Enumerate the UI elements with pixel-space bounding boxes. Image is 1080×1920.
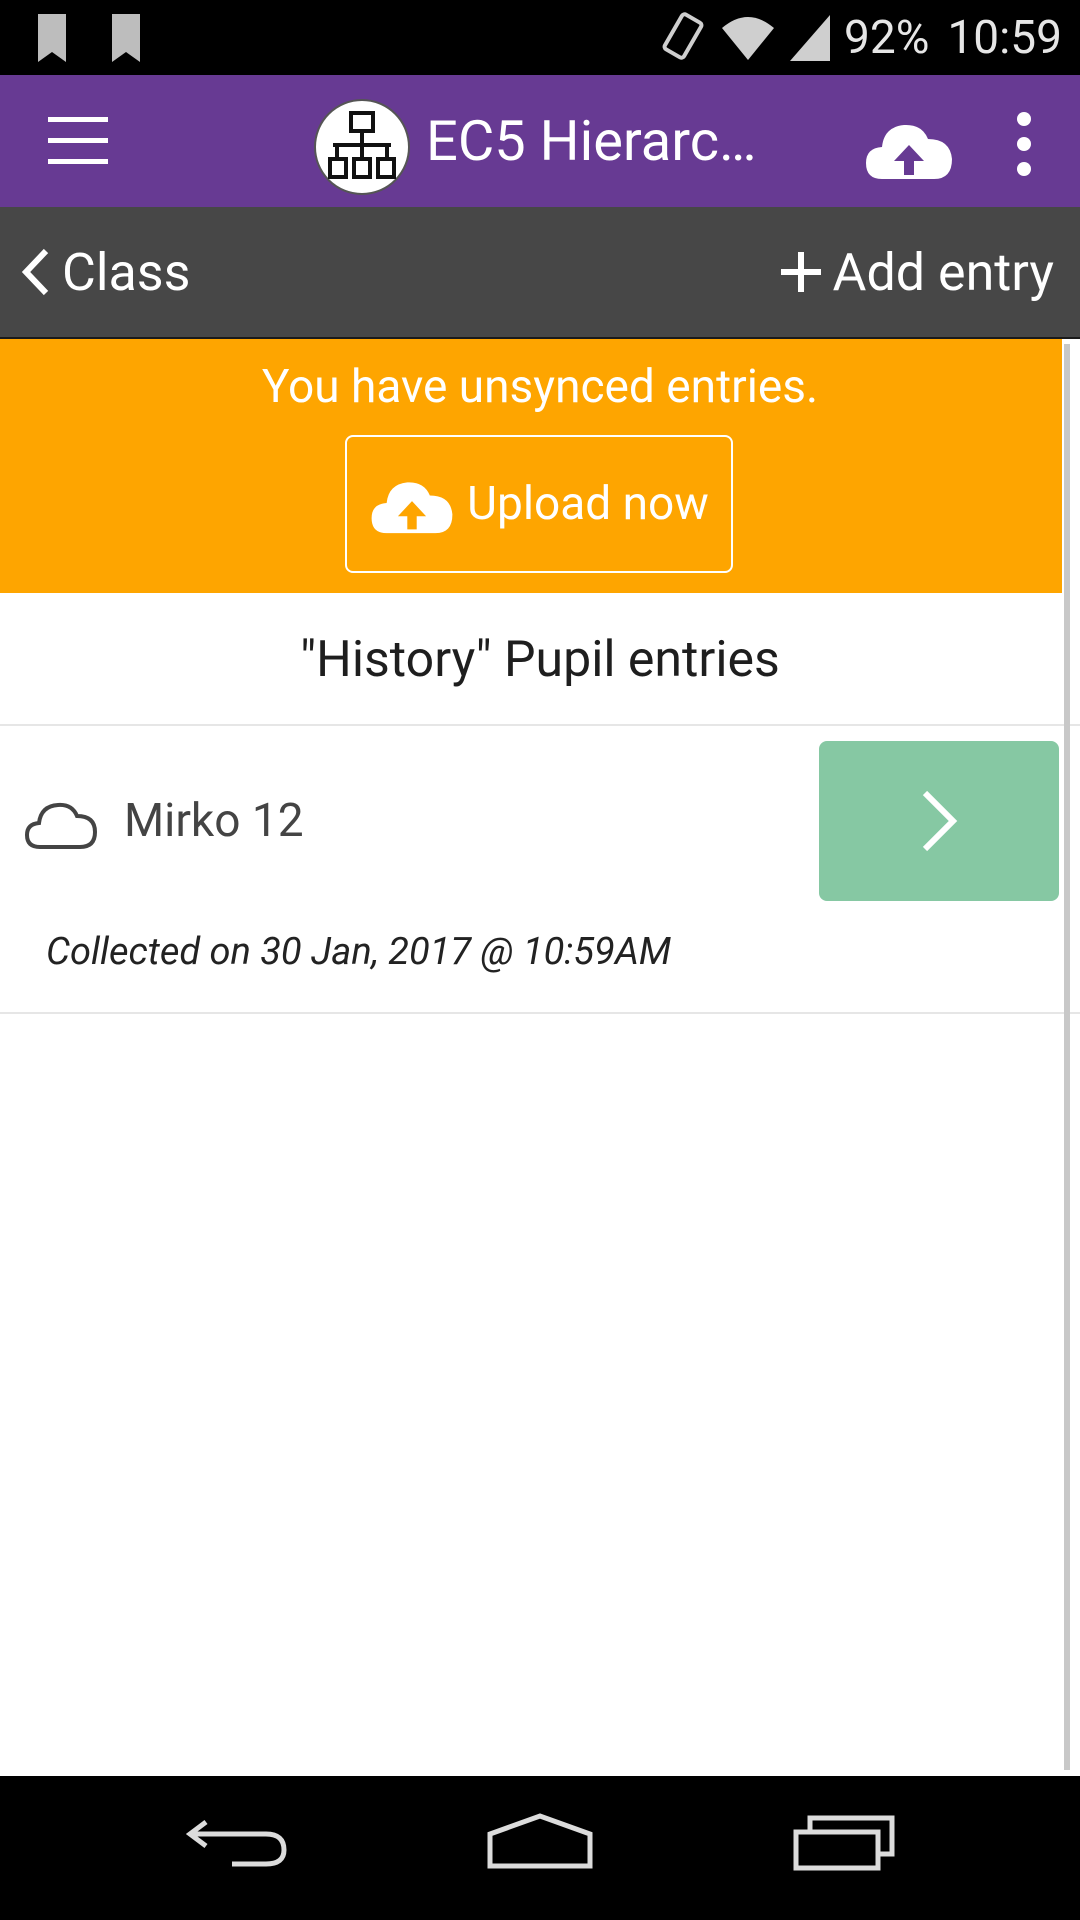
home-nav-icon[interactable] xyxy=(486,1812,594,1872)
status-bar: 92% 10:59 xyxy=(0,0,1080,75)
cloud-upload-icon xyxy=(371,482,453,534)
back-nav-icon[interactable] xyxy=(186,1812,290,1872)
add-entry-button[interactable]: Add entry xyxy=(779,207,1054,337)
entry-collected-date: Collected on 30 Jan, 2017 @ 10:59AM xyxy=(46,930,672,974)
back-button-label: Class xyxy=(62,241,191,303)
app-bar: EC5 Hierarc… xyxy=(0,75,1080,207)
system-nav-bar xyxy=(0,1776,1080,1920)
bookmark-icon xyxy=(38,14,66,62)
entry-title: Mirko 12 xyxy=(124,794,304,848)
vibrate-icon xyxy=(662,11,704,60)
back-button[interactable]: Class xyxy=(18,207,190,337)
nav-bar: Class Add entry xyxy=(0,207,1080,339)
battery-percent: 92% xyxy=(844,10,930,65)
wifi-icon xyxy=(722,16,775,60)
cloud-outline-icon xyxy=(24,802,98,849)
hierarchy-logo-icon xyxy=(328,111,396,179)
upload-now-button[interactable]: Upload now xyxy=(345,435,733,573)
chevron-right-icon xyxy=(922,790,958,852)
app-logo xyxy=(314,99,410,195)
plus-icon xyxy=(780,252,821,292)
unsynced-banner: You have unsynced entries. Upload now xyxy=(0,339,1062,593)
add-entry-label: Add entry xyxy=(832,241,1054,303)
more-vert-icon[interactable] xyxy=(1006,109,1042,179)
upload-now-label: Upload now xyxy=(467,477,709,531)
bookmark-icon xyxy=(112,14,140,62)
clock-time: 10:59 xyxy=(947,10,1062,65)
list-title: "History" Pupil entries xyxy=(0,596,1080,726)
unsynced-message: You have unsynced entries. xyxy=(261,360,819,414)
scrollbar[interactable] xyxy=(1064,344,1070,1770)
recents-nav-icon[interactable] xyxy=(792,1812,896,1872)
menu-icon[interactable] xyxy=(36,111,116,171)
open-entry-button[interactable] xyxy=(819,741,1059,901)
app-title: EC5 Hierarc… xyxy=(426,108,757,174)
list-item[interactable]: Mirko 12 Collected on 30 Jan, 2017 @ 10:… xyxy=(0,726,1080,1014)
chevron-left-icon xyxy=(21,248,49,296)
signal-icon xyxy=(790,14,831,61)
cloud-upload-icon[interactable] xyxy=(864,115,954,181)
